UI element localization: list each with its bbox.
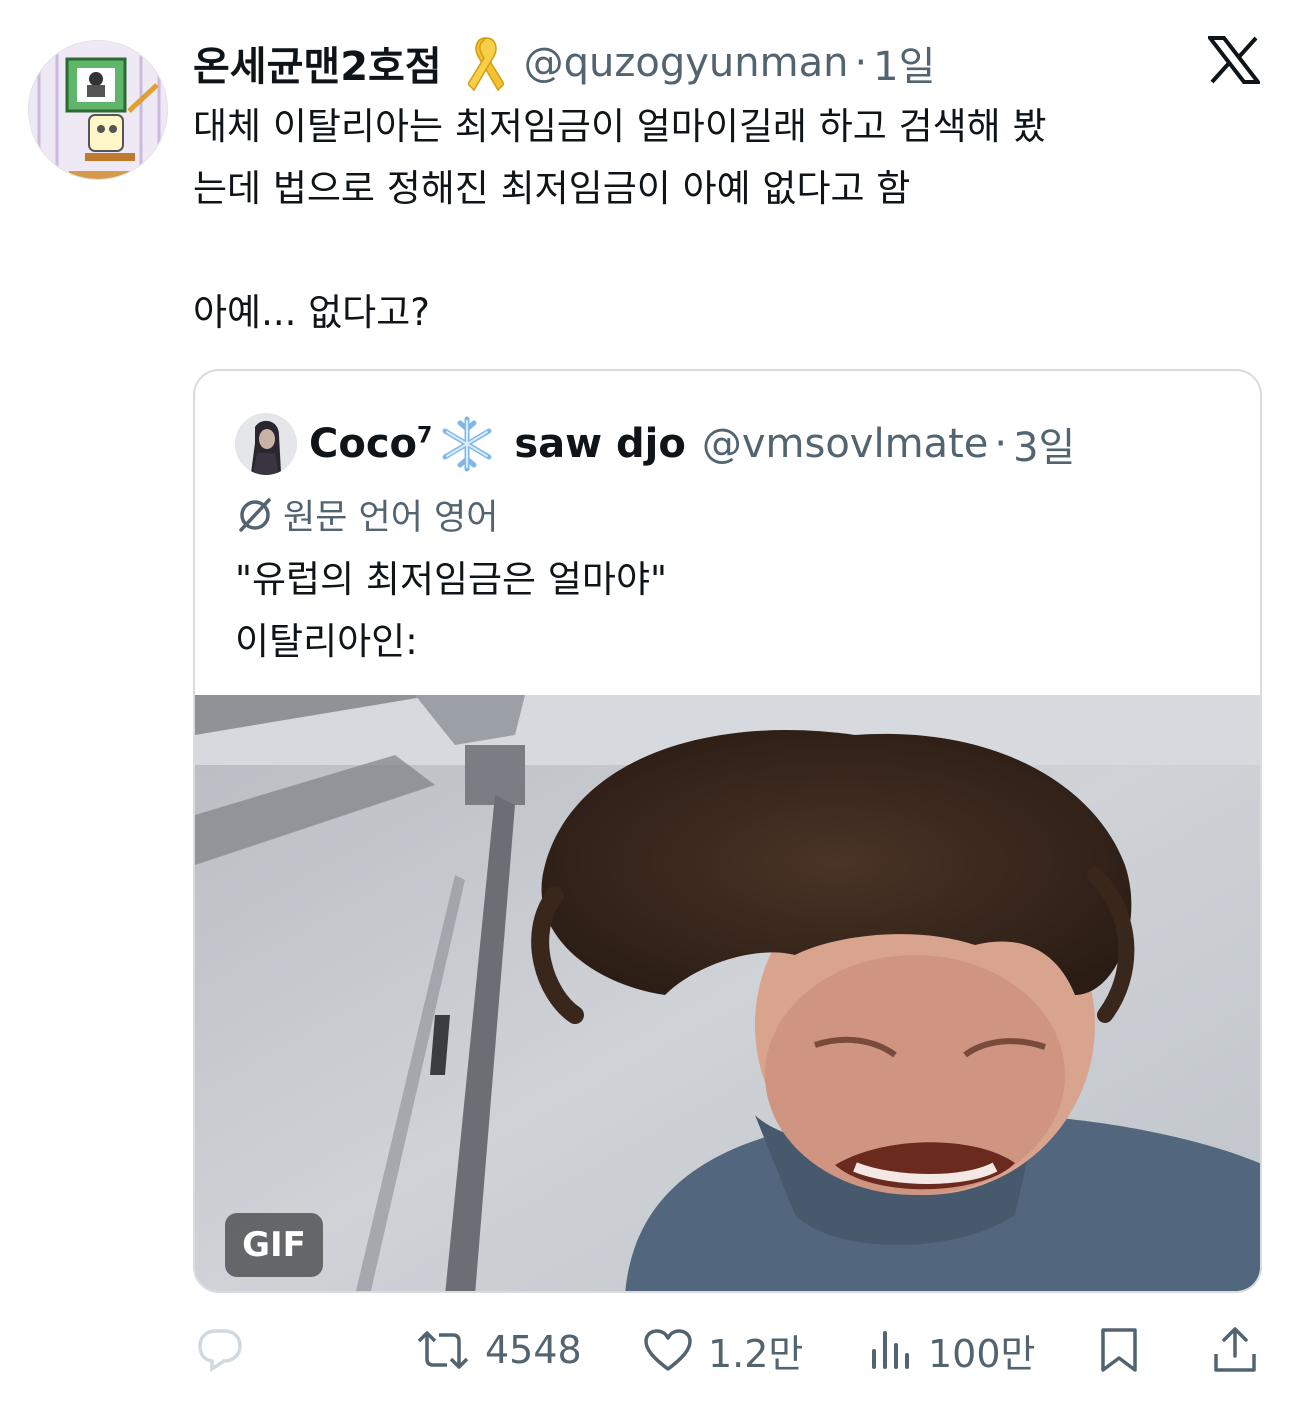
translate-icon xyxy=(239,498,271,532)
retweet-icon xyxy=(417,1331,469,1369)
quote-line: 이탈리아인: xyxy=(235,620,418,663)
action-bar: 4548 1.2만 100만 xyxy=(0,1310,1290,1390)
like-button[interactable]: 1.2만 xyxy=(642,1310,803,1390)
quote-line: "유럽의 최저임금은 얼마야" xyxy=(235,558,667,601)
quote-author-handle[interactable]: @vmsovlmate xyxy=(702,421,989,467)
share-icon xyxy=(1214,1327,1256,1372)
gif-frame-image xyxy=(195,695,1260,1291)
author-name[interactable]: 온세균맨2호점 xyxy=(193,34,442,92)
quote-text: "유럽의 최저임금은 얼마야" 이탈리아인: xyxy=(235,549,667,673)
gif-badge: GIF xyxy=(225,1213,323,1277)
translation-notice[interactable]: 원문 언어 영어 xyxy=(235,489,498,539)
tweet-line: 는데 법으로 정해진 최저임금이 아예 없다고 함 xyxy=(193,167,911,210)
gif-media[interactable]: GIF xyxy=(195,695,1260,1291)
reply-icon xyxy=(198,1329,242,1373)
quote-author-name-suffix[interactable]: saw djo xyxy=(514,421,686,467)
quoted-tweet[interactable]: Coco7 saw djo @vmsovlmate · 3일 원문 언어 영어 … xyxy=(193,369,1262,1293)
retweet-button[interactable]: 4548 xyxy=(415,1310,582,1390)
tweet-time[interactable]: 1일 xyxy=(873,34,935,92)
avatar-illustration xyxy=(29,41,167,179)
yellow-ribbon-icon xyxy=(467,34,504,92)
tweet-header: 온세균맨2호점 @quzogyunman · 1일 xyxy=(193,28,935,98)
quote-time-separator: · xyxy=(994,421,1008,467)
snowflake-icon xyxy=(438,415,496,473)
views-button[interactable]: 100만 xyxy=(868,1310,1036,1390)
bookmark-icon xyxy=(1101,1328,1137,1372)
quote-time[interactable]: 3일 xyxy=(1013,415,1075,473)
views-count: 100만 xyxy=(928,1331,1036,1376)
bookmark-button[interactable] xyxy=(1097,1310,1141,1390)
like-count: 1.2만 xyxy=(708,1331,804,1376)
tweet-line: 아예... 없다고? xyxy=(193,291,430,334)
author-avatar[interactable] xyxy=(28,40,168,180)
views-chart-icon xyxy=(872,1331,909,1369)
heart-icon xyxy=(644,1329,692,1371)
tweet-line: 대체 이탈리아는 최저임금이 얼마이길래 하고 검색해 봤 xyxy=(193,105,1047,148)
retweet-count: 4548 xyxy=(485,1328,582,1372)
quote-header: Coco7 saw djo @vmsovlmate · 3일 xyxy=(235,409,1075,479)
share-button[interactable] xyxy=(1212,1310,1258,1390)
quote-author-avatar[interactable] xyxy=(235,413,297,475)
reply-button[interactable] xyxy=(196,1310,258,1390)
time-separator: · xyxy=(854,40,868,86)
translation-label: 원문 언어 영어 xyxy=(283,497,499,538)
x-logo-icon[interactable] xyxy=(1205,36,1263,84)
quote-author-name[interactable]: Coco7 xyxy=(309,421,432,467)
tweet-text: 대체 이탈리아는 최저임금이 얼마이길래 하고 검색해 봤 는데 법으로 정해진… xyxy=(193,96,1253,344)
author-handle[interactable]: @quzogyunman xyxy=(524,40,849,86)
